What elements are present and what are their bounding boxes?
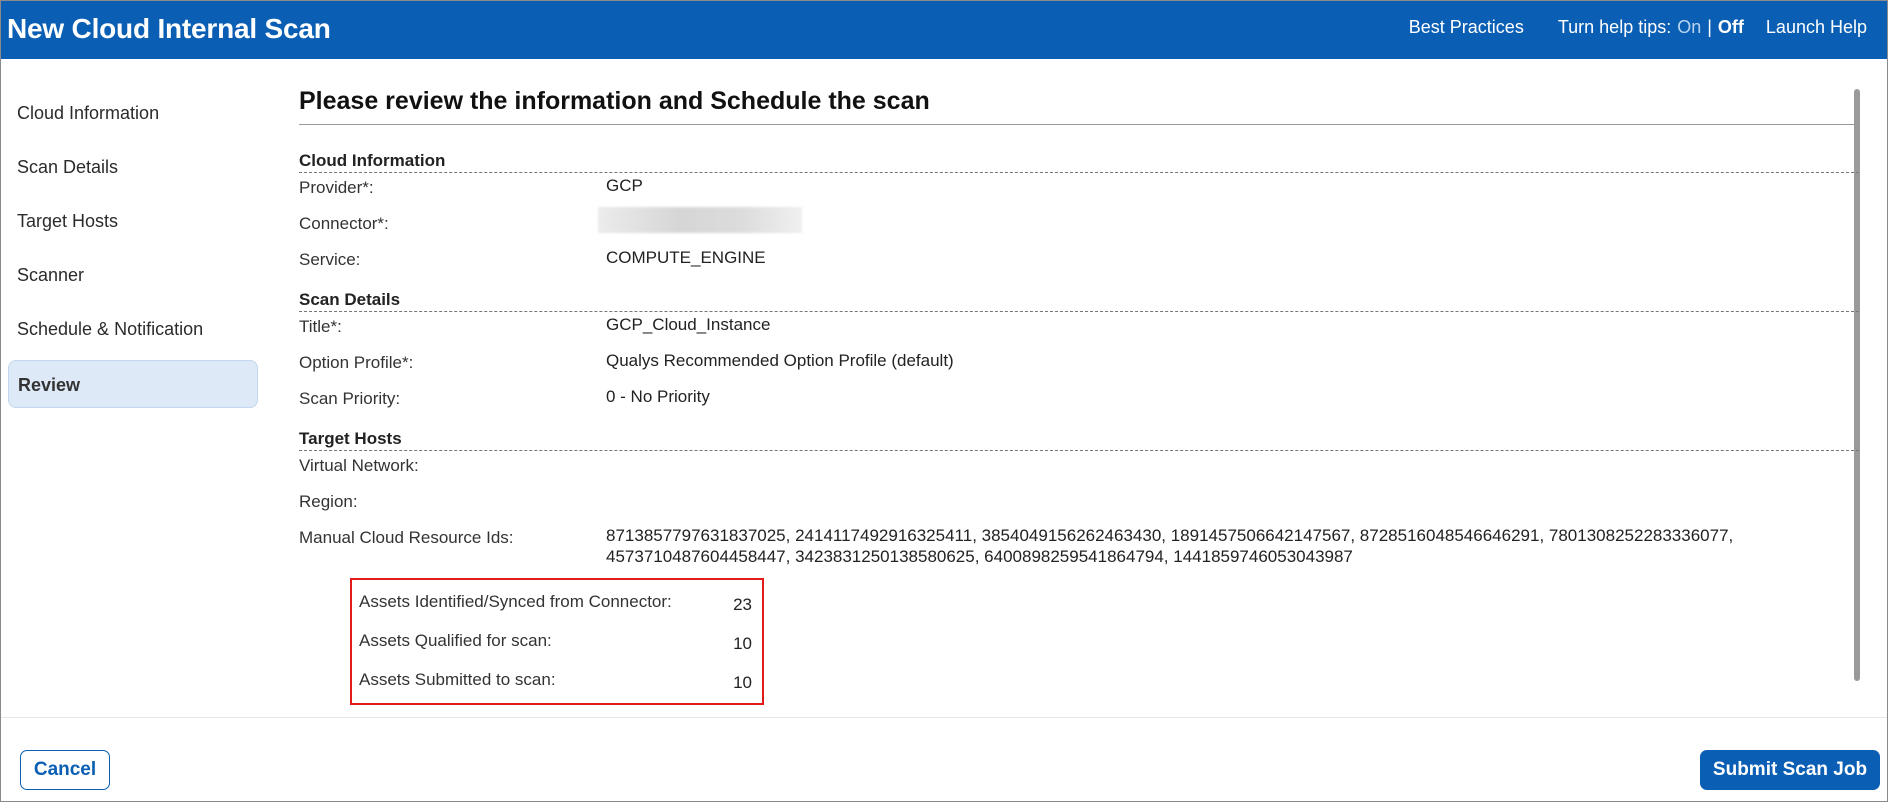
submit-scan-job-button[interactable]: Submit Scan Job — [1700, 750, 1880, 790]
title-value: GCP_Cloud_Instance — [606, 315, 771, 334]
option-profile-label: Option Profile*: — [299, 353, 414, 372]
scan-priority-label: Scan Priority: — [299, 389, 401, 408]
assets-qualified-label: Assets Qualified for scan: — [359, 631, 552, 650]
sidebar-item-scan-details[interactable]: Scan Details — [8, 143, 258, 191]
sidebar-item-cloud-information[interactable]: Cloud Information — [8, 89, 258, 137]
scan-priority-value: 0 - No Priority — [606, 387, 710, 406]
assets-qualified-value: 10 — [733, 634, 752, 653]
option-profile-value: Qualys Recommended Option Profile (defau… — [606, 351, 954, 370]
sidebar-item-target-hosts[interactable]: Target Hosts — [8, 197, 258, 245]
wizard-window: New Cloud Internal Scan Best Practices T… — [0, 0, 1888, 802]
title-bar: New Cloud Internal Scan Best Practices T… — [1, 1, 1887, 59]
resource-ids-value: 8713857797631837025, 2414117492916325411… — [606, 526, 1734, 566]
assets-submitted-value: 10 — [733, 673, 752, 692]
region-label: Region: — [299, 492, 358, 511]
virtual-network-label: Virtual Network: — [299, 456, 419, 475]
review-panel: Please review the information and Schedu… — [276, 59, 1887, 717]
section-target-hosts: Target Hosts — [299, 429, 1859, 451]
window-title: New Cloud Internal Scan — [7, 13, 331, 44]
resource-ids-label: Manual Cloud Resource Ids: — [299, 528, 514, 547]
assets-identified-label: Assets Identified/Synced from Connector: — [359, 592, 672, 611]
page-title: Please review the information and Schedu… — [299, 87, 1859, 125]
help-tips-off-toggle[interactable]: Off — [1718, 17, 1744, 38]
assets-summary-box: Assets Identified/Synced from Connector:… — [350, 578, 764, 705]
help-tips-label: Turn help tips: — [1557, 17, 1672, 37]
cancel-button[interactable]: Cancel — [20, 750, 110, 790]
service-label: Service: — [299, 250, 361, 269]
help-tips-separator: | — [1707, 17, 1712, 37]
header-links: Best Practices Turn help tips: On | Off … — [1409, 17, 1867, 38]
wizard-steps-sidebar: Cloud Information Scan Details Target Ho… — [1, 59, 276, 717]
sidebar-item-review[interactable]: Review — [8, 360, 258, 408]
provider-value: GCP — [606, 176, 643, 195]
assets-identified-value: 23 — [733, 595, 752, 614]
wizard-footer: Cancel Submit Scan Job — [1, 717, 1887, 801]
connector-value-redacted — [598, 207, 802, 233]
connector-label: Connector*: — [299, 214, 389, 233]
vertical-scrollbar[interactable] — [1854, 89, 1860, 681]
sidebar-item-scanner[interactable]: Scanner — [8, 251, 258, 299]
provider-label: Provider*: — [299, 178, 374, 197]
section-cloud-information: Cloud Information — [299, 151, 1859, 173]
help-tips-on-toggle[interactable]: On — [1677, 17, 1701, 38]
service-value: COMPUTE_ENGINE — [606, 248, 766, 267]
launch-help-link[interactable]: Launch Help — [1766, 17, 1867, 38]
section-scan-details: Scan Details — [299, 290, 1859, 312]
title-label: Title*: — [299, 317, 342, 336]
best-practices-link[interactable]: Best Practices — [1409, 17, 1524, 38]
assets-submitted-label: Assets Submitted to scan: — [359, 670, 556, 689]
sidebar-item-schedule-notification[interactable]: Schedule & Notification — [8, 305, 258, 353]
